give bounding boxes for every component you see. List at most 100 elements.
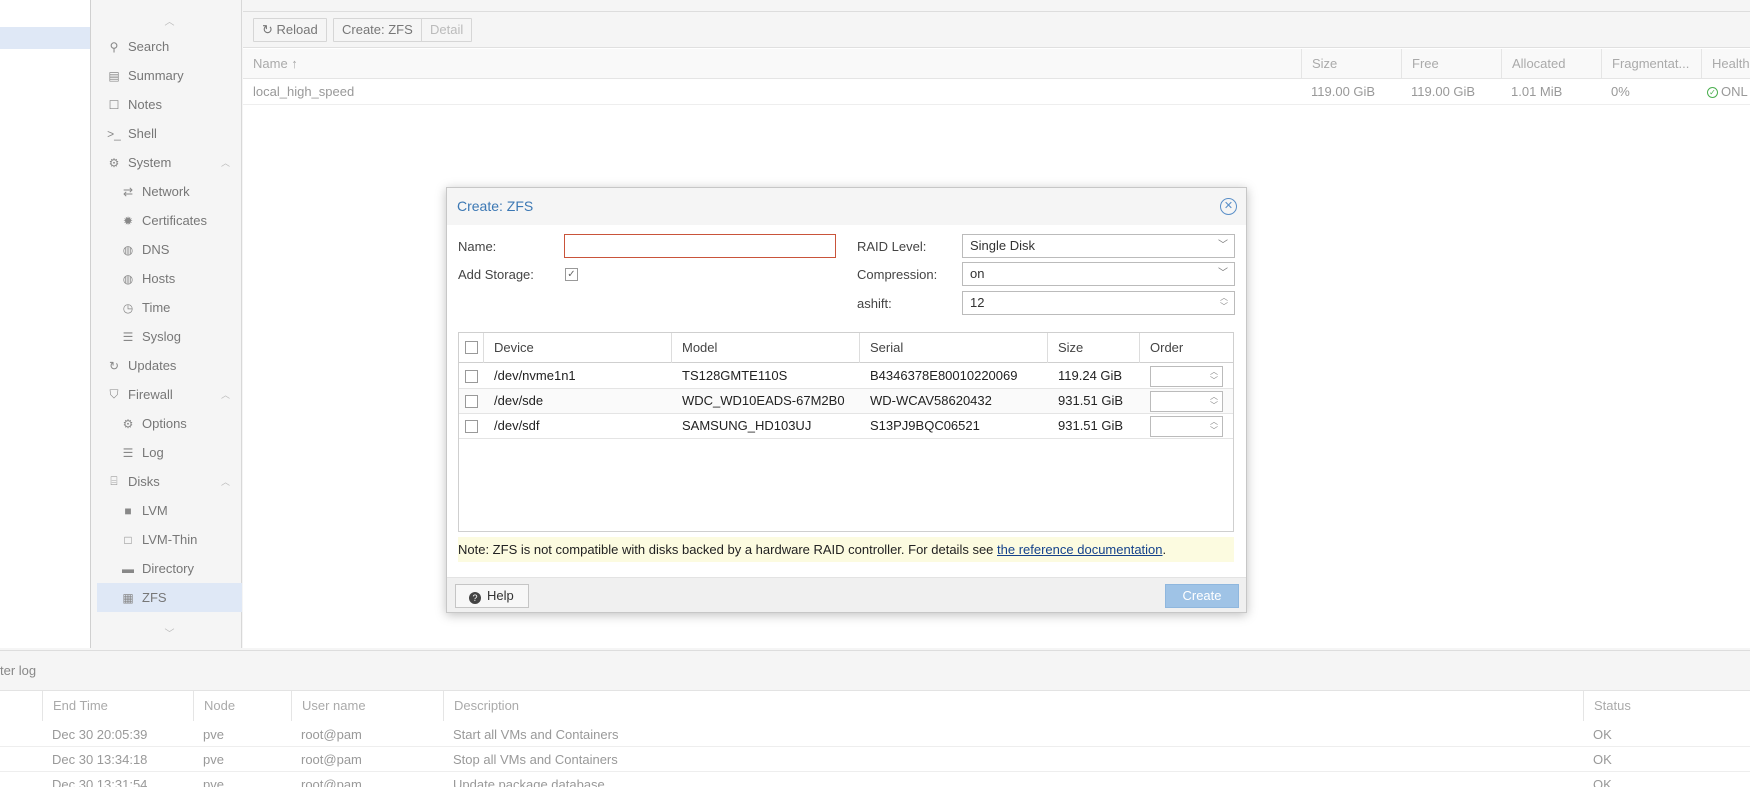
- task-status: OK: [1593, 727, 1612, 742]
- nav-scroll-down-icon[interactable]: ﹀: [97, 627, 242, 643]
- table-row[interactable]: /dev/sde WDC_WD10EADS-67M2B0 WD-WCAV5862…: [459, 389, 1233, 414]
- table-row[interactable]: Dec 30 13:34:18 pve root@pam Stop all VM…: [0, 747, 1750, 772]
- task-status: OK: [1593, 752, 1612, 767]
- col-order[interactable]: Order: [1140, 333, 1233, 363]
- nav-item-label: LVM: [142, 503, 168, 518]
- col-user-name[interactable]: User name: [291, 691, 443, 721]
- collapse-icon[interactable]: ︿: [221, 388, 230, 401]
- detail-button[interactable]: Detail: [421, 18, 473, 42]
- disk-model: WDC_WD10EADS-67M2B0: [682, 393, 845, 408]
- col-health[interactable]: Health: [1701, 49, 1750, 79]
- order-spinner[interactable]: ︿ ﹀: [1150, 416, 1223, 437]
- col-end-time[interactable]: End Time: [42, 691, 193, 721]
- col-size[interactable]: Size: [1048, 333, 1140, 363]
- help-label: Help: [487, 588, 514, 603]
- add-storage-checkbox[interactable]: ✓: [565, 268, 578, 281]
- pool-size: 119.00 GiB: [1311, 84, 1376, 99]
- disk-size: 931.51 GiB: [1058, 393, 1124, 408]
- table-row[interactable]: /dev/sdf SAMSUNG_HD103UJ S13PJ9BQC06521 …: [459, 414, 1233, 439]
- task-node: pve: [203, 752, 224, 767]
- resource-tree[interactable]: [0, 0, 91, 648]
- square-icon: ■: [124, 503, 132, 518]
- collapse-icon[interactable]: ︿: [221, 156, 230, 169]
- reference-documentation-link[interactable]: the reference documentation: [997, 542, 1163, 557]
- col-node[interactable]: Node: [193, 691, 291, 721]
- refresh-icon: ↻: [262, 22, 277, 37]
- disk-device: /dev/sde: [494, 393, 544, 408]
- chevron-down-icon[interactable]: ﹀: [1218, 263, 1228, 285]
- nav-item-label: Firewall: [128, 387, 173, 402]
- name-input[interactable]: [564, 234, 836, 258]
- select-all-checkbox[interactable]: [465, 341, 478, 354]
- col-fragmentation[interactable]: Fragmentat...: [1601, 49, 1701, 79]
- row-checkbox[interactable]: [465, 370, 478, 383]
- resource-tree-selected-node[interactable]: [0, 27, 90, 49]
- close-icon[interactable]: ✕: [1220, 198, 1237, 215]
- dialog-footer: ? Help Create: [447, 577, 1246, 612]
- nav-item-lvm-thin[interactable]: □ LVM-Thin: [97, 525, 242, 554]
- task-log-panel: ter log End Time Node User name Descript…: [0, 650, 1750, 787]
- nav-item-disks[interactable]: ⌸ Disks ︿: [97, 467, 242, 496]
- table-row[interactable]: /dev/nvme1n1 TS128GMTE110S B4346378E8001…: [459, 364, 1233, 389]
- col-description[interactable]: Description: [443, 691, 1583, 721]
- nav-item-lvm[interactable]: ■ LVM: [97, 496, 242, 525]
- nav-scroll-up-icon[interactable]: ︿: [97, 15, 242, 31]
- nav-item-search[interactable]: ⚲ Search: [97, 32, 242, 61]
- col-allocated[interactable]: Allocated: [1501, 49, 1601, 79]
- create-button[interactable]: Create: [1165, 584, 1239, 608]
- nav-item-summary[interactable]: ▤ Summary: [97, 61, 242, 90]
- reload-button[interactable]: ↻ Reload: [253, 18, 327, 42]
- chevron-down-icon[interactable]: ﹀: [1218, 235, 1228, 257]
- grid-icon: ▦: [122, 590, 134, 605]
- row-checkbox[interactable]: [465, 395, 478, 408]
- nav-item-label: Shell: [128, 126, 157, 141]
- spinner-arrows-icon[interactable]: ︿ ﹀: [1210, 417, 1218, 435]
- nav-item-log[interactable]: ☰ Log: [97, 438, 242, 467]
- help-button[interactable]: ? Help: [455, 584, 529, 608]
- nav-item-shell[interactable]: >_ Shell: [97, 119, 242, 148]
- col-status[interactable]: Status: [1583, 691, 1750, 721]
- collapse-icon[interactable]: ︿: [221, 475, 230, 488]
- nav-item-label: Certificates: [142, 213, 208, 228]
- nav-item-label: Disks: [128, 474, 160, 489]
- dialog-header[interactable]: Create: ZFS ✕: [447, 188, 1246, 225]
- disk-serial: WD-WCAV58620432: [870, 393, 992, 408]
- nav-item-firewall[interactable]: ⛉ Firewall ︿: [97, 380, 242, 409]
- task-node: pve: [203, 727, 224, 742]
- ashift-spinner[interactable]: 12 ︿ ﹀: [962, 291, 1235, 315]
- order-spinner[interactable]: ︿ ﹀: [1150, 366, 1223, 387]
- order-spinner[interactable]: ︿ ﹀: [1150, 391, 1223, 412]
- create-zfs-button[interactable]: Create: ZFS: [333, 18, 422, 42]
- check-circle-icon: ✓: [1707, 87, 1718, 99]
- nav-item-directory[interactable]: ▬ Directory: [97, 554, 242, 583]
- nav-item-certificates[interactable]: ✹ Certificates: [97, 206, 242, 235]
- col-free[interactable]: Free: [1401, 49, 1501, 79]
- spinner-arrows-icon[interactable]: ︿ ﹀: [1210, 392, 1218, 410]
- compression-select[interactable]: on ﹀: [962, 262, 1235, 286]
- nav-item-time[interactable]: ◷ Time: [97, 293, 242, 322]
- nav-item-syslog[interactable]: ☰ Syslog: [97, 322, 242, 351]
- raid-level-select[interactable]: Single Disk ﹀: [962, 234, 1235, 258]
- col-model[interactable]: Model: [672, 333, 860, 363]
- nav-item-system[interactable]: ⚙ System ︿: [97, 148, 242, 177]
- table-row[interactable]: Dec 30 13:31:54 pve root@pam Update pack…: [0, 772, 1750, 787]
- col-serial[interactable]: Serial: [860, 333, 1048, 363]
- list-icon: ☰: [122, 329, 134, 344]
- spinner-arrows-icon[interactable]: ︿ ﹀: [1220, 293, 1228, 311]
- nav-item-dns[interactable]: ◍ DNS: [97, 235, 242, 264]
- task-node: pve: [203, 777, 224, 787]
- col-device[interactable]: Device: [484, 333, 672, 363]
- nav-item-zfs[interactable]: ▦ ZFS: [97, 583, 242, 612]
- disk-device: /dev/sdf: [494, 418, 540, 433]
- nav-item-network[interactable]: ⇄ Network: [97, 177, 242, 206]
- col-size[interactable]: Size: [1301, 49, 1401, 79]
- col-name[interactable]: Name ↑: [243, 49, 1301, 79]
- nav-item-options[interactable]: ⚙ Options: [97, 409, 242, 438]
- table-row[interactable]: Dec 30 20:05:39 pve root@pam Start all V…: [0, 722, 1750, 747]
- row-checkbox[interactable]: [465, 420, 478, 433]
- nav-item-updates[interactable]: ↻ Updates: [97, 351, 242, 380]
- nav-item-hosts[interactable]: ◍ Hosts: [97, 264, 242, 293]
- nav-item-notes[interactable]: ☐ Notes: [97, 90, 242, 119]
- spinner-arrows-icon[interactable]: ︿ ﹀: [1210, 367, 1218, 385]
- table-row[interactable]: local_high_speed 119.00 GiB 119.00 GiB 1…: [243, 80, 1750, 105]
